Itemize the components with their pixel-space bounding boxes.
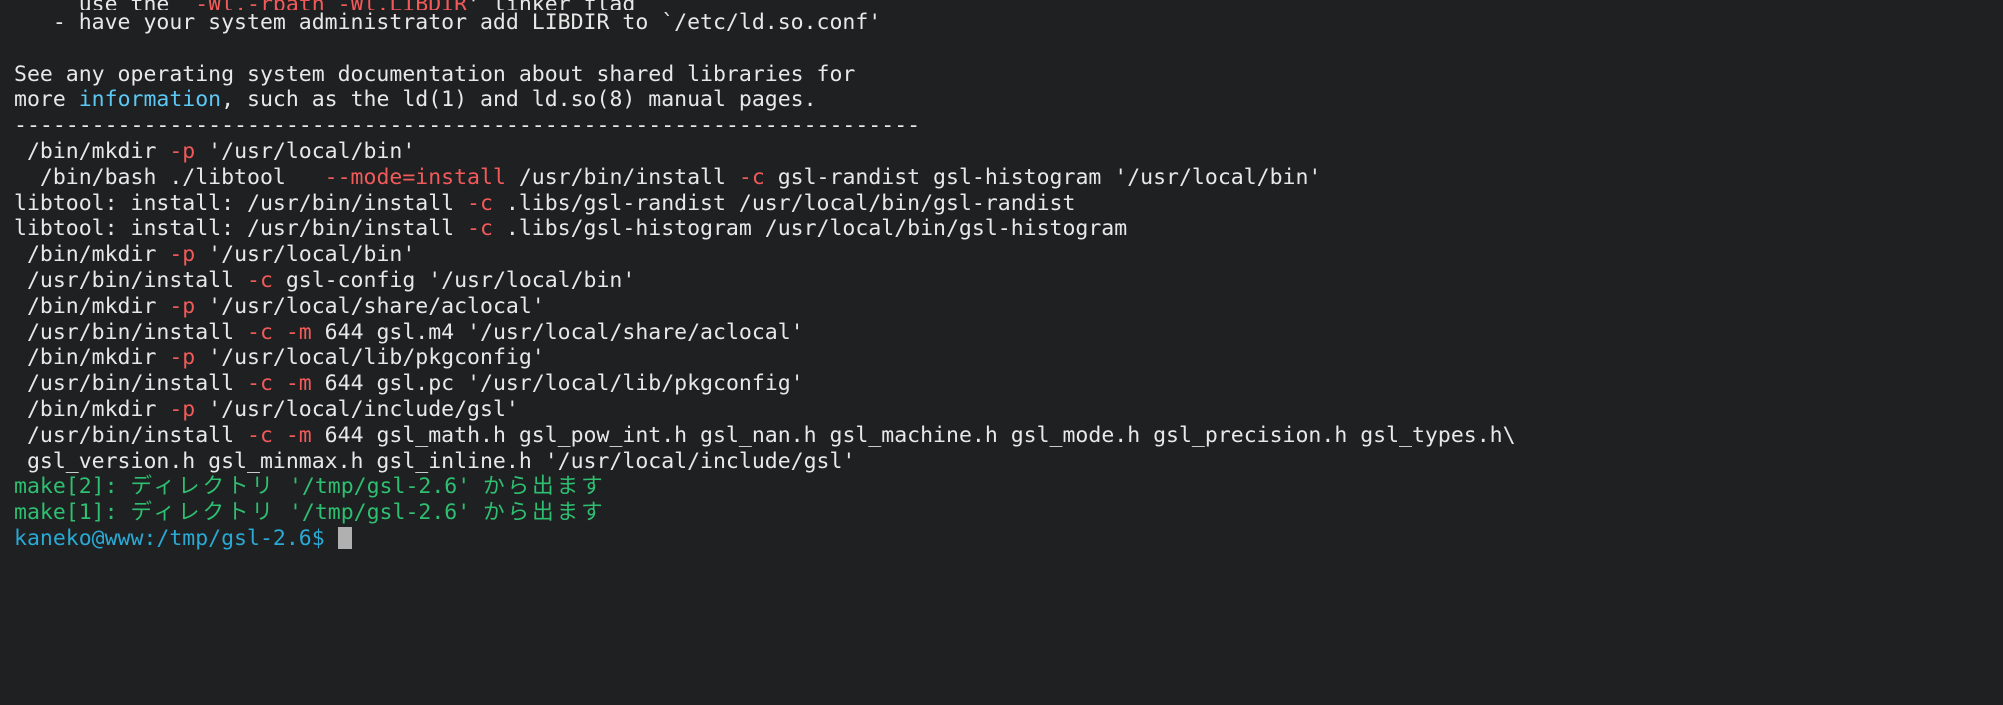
terminal-output-line: /bin/mkdir -p '/usr/local/include/gsl' xyxy=(14,397,2003,423)
terminal-output-line: libtool: install: /usr/bin/install -c .l… xyxy=(14,191,2003,217)
terminal-text-span: -p xyxy=(169,138,196,164)
terminal-text-span: -Wl,-rpath -Wl,LIBDIR xyxy=(195,0,467,10)
terminal-output-line: /usr/bin/install -c -m 644 gsl_math.h gs… xyxy=(14,423,2003,449)
terminal-prompt-line[interactable]: kaneko@www:/tmp/gsl-2.6$ xyxy=(14,526,2003,552)
terminal-text-span: -p xyxy=(169,345,196,371)
terminal-output-line: - have your system administrator add LIB… xyxy=(14,10,2003,36)
terminal-text-span: 644 gsl_math.h gsl_pow_int.h gsl_nan.h g… xyxy=(311,422,1516,448)
terminal-text-span: '/tmp/gsl-2.6' xyxy=(276,500,484,526)
terminal-text-span: -c xyxy=(247,371,273,397)
terminal-text-span: /usr/bin/install xyxy=(14,371,247,397)
terminal-text-span: .libs/gsl-randist /usr/local/bin/gsl-ran… xyxy=(492,190,1076,216)
terminal-output-line: /bin/mkdir -p '/usr/local/lib/pkgconfig' xyxy=(14,345,2003,371)
terminal-text-span xyxy=(273,320,286,345)
terminal-output-line: /bin/mkdir -p '/usr/local/bin' xyxy=(14,139,2003,165)
terminal-output-line: /bin/mkdir -p '/usr/local/share/aclocal' xyxy=(14,294,2003,320)
terminal-output-line: libtool: install: /usr/bin/install -c .l… xyxy=(14,216,2003,242)
terminal-text-span: /bin/mkdir xyxy=(14,345,170,371)
terminal-text-span: /bin/bash ./libtool xyxy=(14,164,325,190)
terminal-text-span: ディレクトリ xyxy=(130,500,276,526)
terminal-text-span: から出ます xyxy=(483,500,606,526)
terminal-text-span: gsl-randist gsl-histogram '/usr/local/bi… xyxy=(764,164,1322,190)
terminal-text-span: -p xyxy=(169,242,196,268)
terminal-text-span: -p xyxy=(169,396,196,422)
terminal-text-span: /usr/bin/install xyxy=(14,267,247,293)
terminal-output-line: /usr/bin/install -c -m 644 gsl.pc '/usr/… xyxy=(14,371,2003,397)
terminal-text-span: -c xyxy=(247,319,273,345)
terminal-output-line: See any operating system documentation a… xyxy=(14,62,2003,88)
terminal-text-span: -c xyxy=(467,190,493,216)
terminal-text-span: /usr/bin/install xyxy=(505,164,739,190)
terminal-text-span: , such as the ld(1) and ld.so(8) manual … xyxy=(221,87,817,113)
terminal-output-line: gsl_version.h gsl_minmax.h gsl_inline.h … xyxy=(14,449,2003,475)
terminal-text-span: -p xyxy=(169,293,196,319)
terminal-text-span: gsl-config '/usr/local/bin' xyxy=(272,267,636,293)
terminal-text-span: gsl_version.h gsl_minmax.h gsl_inline.h … xyxy=(14,448,856,474)
terminal-text-span: '/usr/local/bin' xyxy=(195,242,416,268)
terminal-output-line: ----------------------------------------… xyxy=(14,113,2003,139)
terminal-text-span: /bin/mkdir xyxy=(14,293,170,319)
terminal-text-span: /bin/mkdir xyxy=(14,138,170,164)
terminal-text-span: 644 gsl.pc '/usr/local/lib/pkgconfig' xyxy=(311,371,804,397)
terminal-text-span: --mode=install xyxy=(324,164,506,190)
terminal-text-span: ディレクトリ xyxy=(130,474,276,500)
terminal-text-span: '/usr/local/lib/pkgconfig' xyxy=(195,345,545,371)
terminal-text-span: /bin/mkdir xyxy=(14,396,170,422)
terminal-output-line: /usr/bin/install -c gsl-config '/usr/loc… xyxy=(14,268,2003,294)
terminal-text-span: /bin/mkdir xyxy=(14,242,170,268)
terminal-output-line: use the `-Wl,-rpath -Wl,LIBDIR' linker f… xyxy=(14,0,2003,10)
terminal-output-line: make[2]: ディレクトリ '/tmp/gsl-2.6' から出ます xyxy=(14,474,2003,500)
terminal-text-span: more xyxy=(14,87,79,113)
terminal-text-span: libtool: install: /usr/bin/install xyxy=(14,190,468,216)
terminal-text-span: -c xyxy=(247,422,273,448)
terminal-window[interactable]: use the `-Wl,-rpath -Wl,LIBDIR' linker f… xyxy=(0,0,2003,705)
terminal-output-line: /usr/bin/install -c -m 644 gsl.m4 '/usr/… xyxy=(14,320,2003,346)
terminal-text-span: -c xyxy=(467,216,493,242)
terminal-output-line: /bin/mkdir -p '/usr/local/bin' xyxy=(14,242,2003,268)
terminal-output-line: /bin/bash ./libtool --mode=install /usr/… xyxy=(14,165,2003,191)
terminal-text-span: - have your system administrator add LIB… xyxy=(14,10,882,35)
terminal-text-span: '/tmp/gsl-2.6' xyxy=(276,474,484,500)
terminal-cursor xyxy=(337,526,352,549)
terminal-text-span: -m xyxy=(285,371,312,397)
terminal-text-span: /usr/bin/install xyxy=(14,319,247,345)
terminal-text-span: /usr/bin/install xyxy=(14,422,247,448)
terminal-text-span: -c xyxy=(247,267,273,293)
terminal-text-span: から出ます xyxy=(483,474,606,500)
terminal-text-span: '/usr/local/share/aclocal' xyxy=(195,293,545,319)
terminal-text-span: ' linker flag xyxy=(467,0,635,10)
terminal-text-span: use the ` xyxy=(14,0,196,10)
terminal-text-span: libtool: install: /usr/bin/install xyxy=(14,216,468,242)
terminal-output-line: make[1]: ディレクトリ '/tmp/gsl-2.6' から出ます xyxy=(14,500,2003,526)
terminal-text-span: ----------------------------------------… xyxy=(14,113,921,139)
terminal-text-span xyxy=(273,423,286,448)
terminal-text-span: information xyxy=(78,87,222,113)
terminal-text-span: -m xyxy=(285,422,312,448)
terminal-text-span: .libs/gsl-histogram /usr/local/bin/gsl-h… xyxy=(492,216,1128,242)
terminal-text-span: make[1]: xyxy=(14,500,131,526)
terminal-text-span: '/usr/local/include/gsl' xyxy=(195,396,519,422)
terminal-text-span: make[2]: xyxy=(14,474,131,500)
terminal-text-span: -c xyxy=(738,164,765,190)
terminal-text-span xyxy=(273,371,286,396)
terminal-text-span: '/usr/local/bin' xyxy=(195,138,416,164)
terminal-text-span: 644 gsl.m4 '/usr/local/share/aclocal' xyxy=(311,319,804,345)
terminal-text-span: kaneko@www:/tmp/gsl-2.6$ xyxy=(14,525,338,551)
terminal-output-area[interactable]: use the `-Wl,-rpath -Wl,LIBDIR' linker f… xyxy=(14,0,2003,552)
terminal-text-span: -m xyxy=(285,319,312,345)
terminal-output-line: more information, such as the ld(1) and … xyxy=(14,87,2003,113)
terminal-text-span: See any operating system documentation a… xyxy=(14,61,856,87)
